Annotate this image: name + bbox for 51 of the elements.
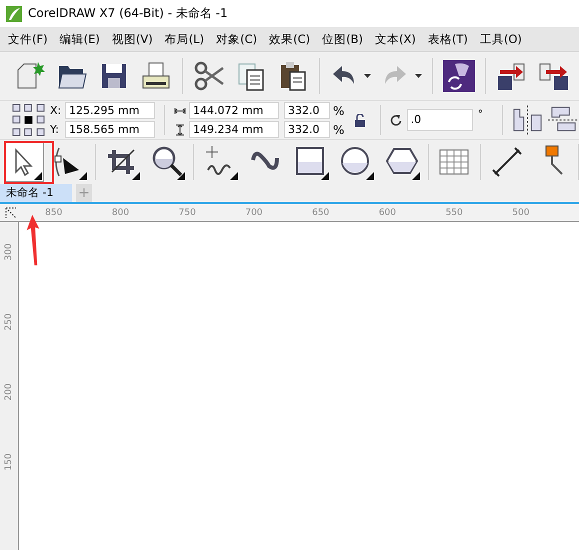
x-label: X: xyxy=(50,104,62,117)
ruler-label: 600 xyxy=(378,208,398,218)
window-title: CorelDRAW X7 (64-Bit) - 未命名 -1 xyxy=(28,5,228,22)
ruler-label: 750 xyxy=(178,208,197,218)
ruler-origin-icon[interactable] xyxy=(4,206,18,220)
menu-item[interactable]: 效果(C) xyxy=(269,32,310,46)
ruler-label: 150 xyxy=(3,453,15,471)
lock-icon[interactable] xyxy=(355,114,366,126)
menu-item[interactable]: 文本(X) xyxy=(374,32,416,46)
annotation-box xyxy=(4,141,54,184)
percent-sign: % xyxy=(332,104,344,118)
mirror-icon[interactable] xyxy=(512,105,543,135)
tool-button[interactable] xyxy=(4,142,44,182)
dropdown-arrow-icon[interactable] xyxy=(364,74,371,78)
ellipse-tool-icon xyxy=(338,144,374,180)
ruler-label: 200 xyxy=(3,383,15,401)
menu-item[interactable]: 位图(B) xyxy=(322,32,363,46)
rotation-field[interactable]: .0 xyxy=(406,109,473,131)
ruler-label: 250 xyxy=(3,313,15,331)
percent-sign: % xyxy=(332,122,344,136)
scale-x-field[interactable]: 332.0 xyxy=(284,102,330,119)
y-label: Y: xyxy=(50,123,60,136)
rotate-icon xyxy=(390,114,402,126)
menu-item[interactable]: 工具(O) xyxy=(480,32,522,46)
height-field[interactable]: 149.234 mm xyxy=(188,121,279,138)
ruler-label: 650 xyxy=(312,208,330,218)
menu-item[interactable]: 编辑(E) xyxy=(60,32,100,46)
degree-sign: ° xyxy=(478,109,483,120)
x-position-field[interactable]: 125.295 mm xyxy=(65,102,155,119)
ruler-label: 300 xyxy=(3,243,15,261)
app-logo-icon xyxy=(6,6,22,22)
document-tab[interactable]: 未命名 -1 xyxy=(0,184,72,202)
height-icon xyxy=(174,124,186,136)
width-field[interactable]: 144.072 mm xyxy=(188,102,279,119)
object-origin-icon[interactable] xyxy=(12,103,45,137)
menu-item[interactable]: 对象(C) xyxy=(216,32,258,46)
menu-item[interactable]: 视图(V) xyxy=(112,32,153,46)
scale-y-field[interactable]: 332.0 xyxy=(284,121,330,138)
menu-item[interactable]: 布局(L) xyxy=(164,32,204,46)
menu-item[interactable]: 文件(F) xyxy=(8,32,48,46)
ruler-label: 800 xyxy=(112,208,130,218)
ruler-label: 500 xyxy=(512,208,530,218)
menu-item[interactable]: 表格(T) xyxy=(428,32,468,46)
ruler-label: 550 xyxy=(446,208,464,218)
y-position-field[interactable]: 158.565 mm xyxy=(65,121,155,138)
scissors-icon[interactable] xyxy=(193,60,225,92)
dropdown-arrow-icon[interactable] xyxy=(415,74,422,78)
ruler-label: 700 xyxy=(245,208,264,218)
launcher-icon[interactable] xyxy=(443,60,475,92)
width-icon xyxy=(174,106,186,114)
ruler-label: 850 xyxy=(45,208,64,218)
